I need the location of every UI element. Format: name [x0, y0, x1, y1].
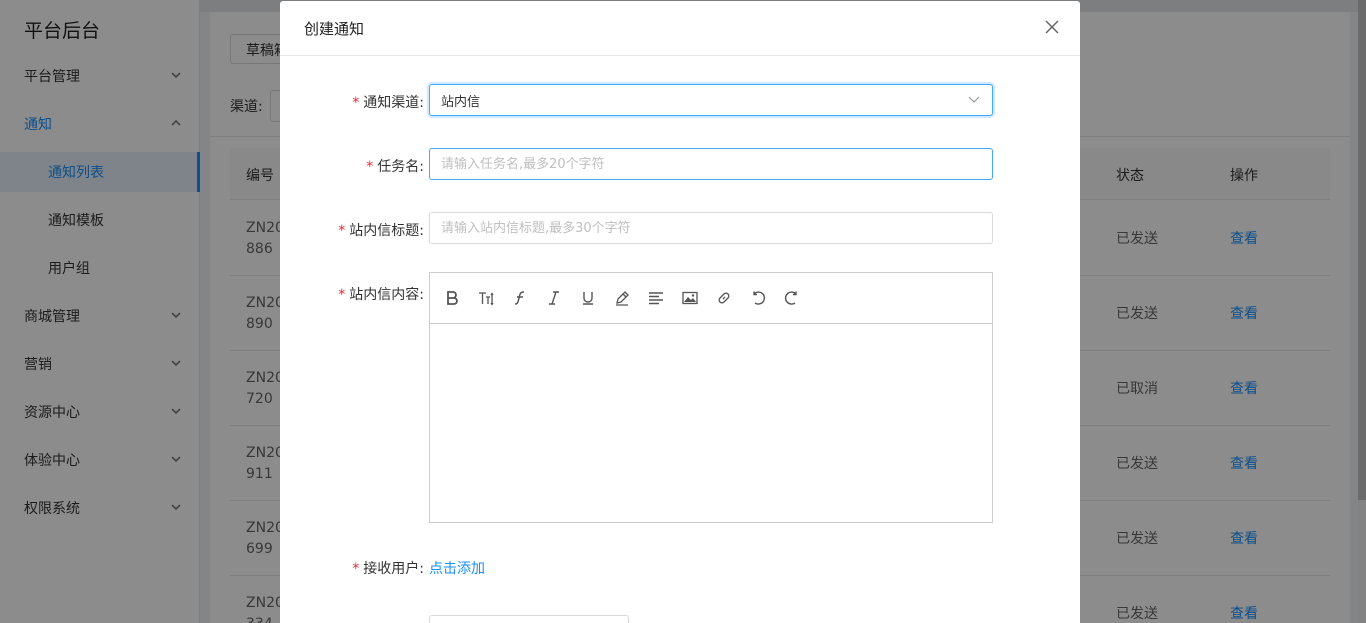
task-name-label: * 任务名:: [280, 156, 424, 176]
font-family-icon[interactable]: [510, 288, 530, 308]
required-mark: *: [352, 561, 360, 577]
required-mark: *: [338, 223, 346, 239]
color-pen-icon[interactable]: [612, 288, 632, 308]
required-mark: *: [352, 95, 360, 111]
underline-icon[interactable]: [578, 288, 598, 308]
create-notification-modal: 创建通知 *通知渠道: 站内信 *任务名: *站内信标题: *站内信内容:: [280, 1, 1080, 623]
channel-select-value: 站内信: [441, 95, 481, 110]
chevron-down-icon: [968, 96, 980, 103]
task-name-input[interactable]: [429, 148, 993, 180]
next-field-input[interactable]: [429, 615, 629, 623]
align-icon[interactable]: [646, 288, 666, 308]
msg-content-label-text: 站内信内容:: [349, 287, 424, 303]
recipients-label-text: 接收用户:: [363, 561, 424, 577]
recipients-label: * 接收用户:: [280, 558, 424, 578]
link-icon[interactable]: [714, 288, 734, 308]
modal-header: 创建通知: [280, 1, 1080, 56]
modal-title: 创建通知: [304, 20, 365, 38]
msg-title-input[interactable]: [429, 212, 993, 244]
channel-label-text: 通知渠道:: [363, 95, 424, 111]
channel-select[interactable]: 站内信: [429, 84, 993, 116]
msg-title-label-text: 站内信标题:: [349, 223, 424, 239]
redo-icon[interactable]: [782, 288, 802, 308]
italic-icon[interactable]: [544, 288, 564, 308]
font-size-icon[interactable]: [476, 288, 496, 308]
bold-icon[interactable]: [442, 288, 462, 308]
required-mark: *: [366, 159, 374, 175]
close-icon[interactable]: [1044, 19, 1060, 35]
required-mark: *: [338, 287, 346, 303]
add-recipients-link[interactable]: 点击添加: [429, 558, 485, 578]
msg-content-label: * 站内信内容:: [280, 284, 424, 304]
msg-title-label: * 站内信标题:: [280, 220, 424, 240]
image-icon[interactable]: [680, 288, 700, 308]
editor-toolbar: [430, 273, 992, 324]
task-name-label-text: 任务名:: [377, 159, 424, 175]
channel-label: * 通知渠道:: [280, 92, 424, 112]
undo-icon[interactable]: [748, 288, 768, 308]
rich-text-editor: [429, 272, 993, 523]
